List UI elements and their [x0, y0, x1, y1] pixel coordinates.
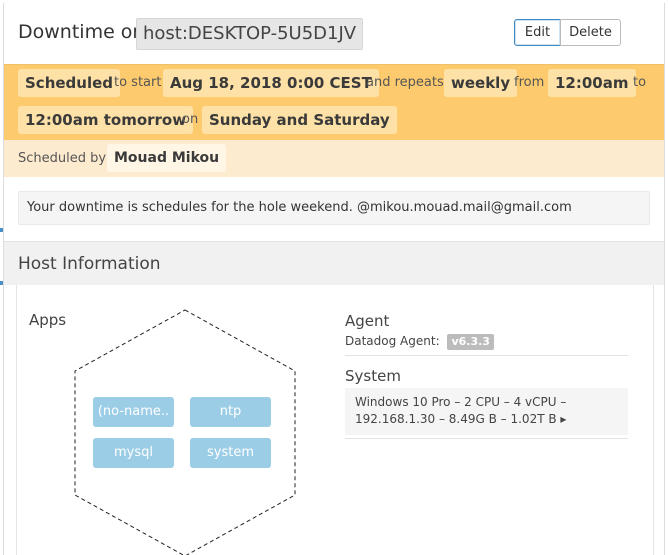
- system-info[interactable]: Windows 10 Pro – 2 CPU – 4 vCPU – 192.16…: [345, 388, 628, 435]
- agent-label: Datadog Agent:: [345, 334, 440, 348]
- host-tag[interactable]: host:DESKTOP-5U5D1JV: [136, 18, 364, 50]
- to-time: 12:00am tomorrow: [18, 106, 194, 134]
- left-edge-marker: [0, 228, 3, 232]
- scheduled-by-row: Scheduled by Mouad Mikou: [4, 140, 664, 177]
- schedule-summary: Scheduled to start Aug 18, 2018 0:00 CES…: [4, 64, 664, 141]
- host-information-header: Host Information: [4, 241, 664, 285]
- delete-button[interactable]: Delete: [560, 19, 621, 46]
- agent-divider: [345, 355, 628, 356]
- edit-button[interactable]: Edit: [514, 19, 561, 46]
- system-info-line1: Windows 10 Pro – 2 CPU – 4 vCPU –: [355, 395, 567, 409]
- apps-label: Apps: [29, 311, 67, 329]
- agent-title: Agent: [345, 312, 390, 330]
- agent-info: Datadog Agent: v6.3.3: [345, 332, 494, 350]
- status-badge: Scheduled: [18, 69, 121, 97]
- left-edge-marker: [0, 281, 3, 285]
- agent-version-badge: v6.3.3: [447, 334, 494, 350]
- on-text: on: [182, 112, 199, 127]
- to-text: to: [633, 75, 647, 90]
- system-info-line2: 192.168.1.30 – 8.49G B – 1.02T B ▸: [355, 412, 567, 426]
- apps-hexagon: [74, 309, 296, 555]
- repeat-days: Sunday and Saturday: [202, 106, 397, 134]
- from-text: from: [514, 75, 545, 90]
- repeat-frequency: weekly: [444, 69, 518, 97]
- start-time: Aug 18, 2018 0:00 CEST: [163, 69, 379, 97]
- downtime-panel: Downtime on host:DESKTOP-5U5D1JV Edit De…: [3, 3, 665, 555]
- system-divider: [345, 438, 628, 439]
- downtime-header: Downtime on host:DESKTOP-5U5D1JV Edit De…: [4, 3, 664, 65]
- page-title: Downtime on: [18, 21, 145, 43]
- downtime-message: Your downtime is schedules for the hole …: [18, 191, 650, 225]
- app-tile-no-name[interactable]: (no-name..: [93, 397, 174, 427]
- scheduled-by-label: Scheduled by: [18, 151, 107, 166]
- app-tile-ntp[interactable]: ntp: [190, 397, 271, 427]
- host-information-title: Host Information: [18, 254, 161, 274]
- host-information-body: Apps (no-name.. ntp mysql system Agent D…: [16, 285, 654, 555]
- and-repeats-text: and repeats: [366, 75, 444, 90]
- app-tile-mysql[interactable]: mysql: [93, 438, 174, 468]
- from-time: 12:00am: [548, 69, 636, 97]
- system-title: System: [345, 367, 401, 385]
- to-start-text: to start: [114, 75, 162, 90]
- scheduled-by-user: Mouad Mikou: [107, 144, 227, 172]
- app-tile-system[interactable]: system: [190, 438, 271, 468]
